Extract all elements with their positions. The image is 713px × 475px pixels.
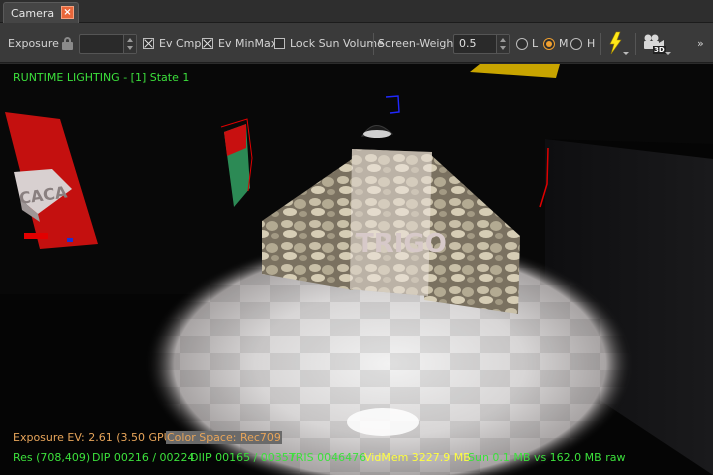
chevron-down-icon[interactable] [665,52,671,55]
toolbar-overflow-icon[interactable]: » [697,37,704,50]
exposure-input[interactable] [79,34,137,54]
lod-radio-l[interactable] [516,38,528,50]
stat-tris: TRIS 0046476 [289,451,367,464]
lock-sun-volume-label: Lock Sun Volume [290,37,384,50]
tab-label: Camera [11,7,55,20]
camera-3d-badge: 3D [653,46,666,54]
camera-3d-icon[interactable]: 3D [641,30,671,56]
ev-cmp-label: Ev Cmp [159,37,202,50]
ev-cmp-checkbox[interactable] [143,38,154,49]
screen-weight-input[interactable]: 0.5 [453,34,510,54]
exposure-stepper[interactable] [123,35,136,53]
stat-vidmem: VidMem 3227.9 MB [364,451,471,464]
lod-label-l: L [532,37,539,50]
ev-minmax-checkbox[interactable] [202,38,213,49]
exposure-ev-readout: Exposure EV: 2.61 (3.50 GPU) [13,431,176,444]
lod-label-m: M [559,37,569,50]
exposure-label: Exposure [8,37,59,50]
scene-render: CACA TRIGO [0,64,713,475]
color-space-readout: Color Space: Rec709 [166,431,282,444]
toolbar-divider [635,33,636,55]
tab-bar: Camera × [0,0,713,23]
stat-diip: DIIP 00165 / 00357 [190,451,296,464]
toolbar-divider [373,33,374,55]
close-icon[interactable]: × [61,6,74,19]
screen-weight-label: Screen-Weight [378,37,458,50]
lod-radio-m[interactable] [543,38,555,50]
camera-viewport[interactable]: CACA TRIGO RUNTIME LIGHTING - [1] State … [0,64,713,475]
stat-res: Res (708,409) [13,451,91,464]
lod-radio-h[interactable] [570,38,582,50]
runtime-lighting-title: RUNTIME LIGHTING - [1] State 1 [13,71,190,84]
camera-toolbar: Exposure Ev Cmp Ev MinMax Lock Sun Volum… [0,23,713,63]
stat-sun: Sun 0.1 MB vs 162.0 MB raw [468,451,626,464]
lightning-icon[interactable] [603,30,629,56]
screen-weight-stepper[interactable] [496,35,509,53]
sign-text-center: TRIGO [356,229,447,259]
lock-sun-volume-checkbox[interactable] [274,38,285,49]
lod-label-h: H [587,37,596,50]
ev-minmax-label: Ev MinMax [218,37,278,50]
tab-camera[interactable]: Camera × [3,2,79,23]
lock-icon[interactable] [62,37,73,50]
stat-dip: DIP 00216 / 00224 [92,451,195,464]
chevron-down-icon[interactable] [623,52,629,55]
toolbar-divider [600,33,601,55]
